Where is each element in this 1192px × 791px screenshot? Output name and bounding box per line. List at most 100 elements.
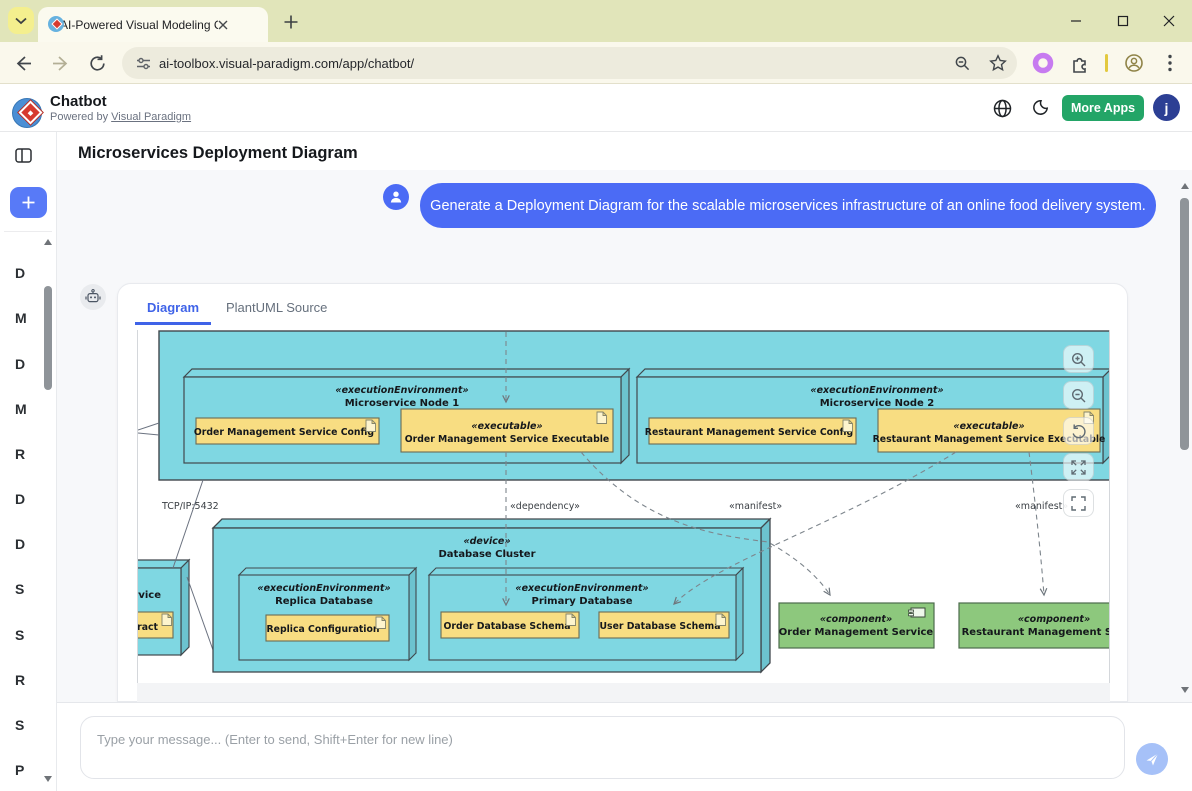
node-microservice-1: «executionEnvironment» Microservice Node… [184,369,629,463]
sidebar-item-1[interactable]: D [15,265,41,285]
edge-left-links [138,423,159,435]
artifact-replica-config: Replica Configuration [266,624,379,635]
sidebar-scrollbar-thumb[interactable] [44,286,52,390]
artifact-oms-config: Order Management Service Config [194,427,374,438]
sidebar-toggle-icon[interactable] [15,147,32,164]
chat-scrollbar-thumb[interactable] [1180,198,1189,450]
maximize-icon [1117,15,1129,27]
primary-stereotype: «executionEnvironment» [515,583,648,594]
visual-paradigm-link[interactable]: Visual Paradigm [111,111,191,123]
window-minimize-button[interactable] [1059,8,1093,34]
replica-name: Replica Database [275,596,373,607]
browser-tab[interactable]: AI-Powered Visual Modeling Ch [38,7,268,42]
node1-name: Microservice Node 1 [345,398,460,409]
app-header [0,84,1192,132]
window-close-button[interactable] [1152,8,1186,34]
edge-label-manifest-2: «manifest» [1015,501,1068,512]
zoom-in-button[interactable] [1063,345,1094,373]
sidebar-scroll-up-icon[interactable] [44,239,52,245]
back-button[interactable] [10,50,36,76]
profile-icon[interactable] [1123,52,1145,74]
window-maximize-button[interactable] [1106,8,1140,34]
artifact-rms-exec-stereotype: «executable» [953,421,1024,432]
chevron-down-icon [15,17,27,25]
url-text[interactable]: ai-toolbox.visual-paradigm.com/app/chatb… [159,56,954,71]
edge-label-tcp: TCP/IP:5432 [161,501,219,512]
component2-stereotype: «component» [1018,614,1090,625]
browser-menu-kebab-icon[interactable] [1162,53,1178,73]
sidebar-item-6[interactable]: D [15,491,41,511]
close-icon [1163,15,1175,27]
edge-node-cluster-link [187,577,213,650]
new-chat-button[interactable] [10,187,47,218]
site-settings-icon[interactable] [136,56,151,71]
robot-icon [85,289,101,305]
sidebar-scroll-down-icon[interactable] [44,776,52,782]
expand-button[interactable] [1063,453,1094,481]
node1-stereotype: «executionEnvironment» [335,385,468,396]
reload-button[interactable] [84,50,110,76]
language-globe-icon[interactable] [993,99,1012,118]
tab-plantuml-source[interactable]: PlantUML Source [226,300,327,315]
zoom-out-icon [1070,387,1087,404]
zoom-in-icon [1070,351,1087,368]
extension-ring-icon[interactable] [1032,52,1054,74]
diagram-viewport[interactable]: rvice ntract «executionEnvironment» Micr… [137,330,1110,683]
zoom-out-page-icon[interactable] [954,55,971,72]
sidebar-item-9[interactable]: S [15,627,41,647]
component1-name: Order Management Service [779,627,934,638]
deployment-diagram: rvice ntract «executionEnvironment» Micr… [138,330,1110,683]
address-bar[interactable]: ai-toolbox.visual-paradigm.com/app/chatb… [122,47,1017,79]
sidebar-item-8[interactable]: S [15,581,41,601]
sidebar-item-2[interactable]: M [15,310,41,330]
reset-view-button[interactable] [1063,417,1094,445]
sidebar-item-10[interactable]: R [15,672,41,692]
user-message-avatar [383,184,409,210]
plus-icon [284,15,298,29]
forward-button[interactable] [48,50,74,76]
replica-stereotype: «executionEnvironment» [257,583,390,594]
edge-tcp-link [173,480,203,568]
tab-diagram-underline [135,322,211,325]
user-avatar[interactable]: j [1153,94,1180,121]
sidebar-item-11[interactable]: S [15,717,41,737]
clipped-node-label: rvice [138,590,161,601]
component1-stereotype: «component» [820,614,892,625]
dark-mode-moon-icon[interactable] [1031,99,1049,117]
node2-stereotype: «executionEnvironment» [810,385,943,396]
edge-label-manifest-1: «manifest» [729,501,782,512]
sidebar-item-12[interactable]: P [15,762,41,782]
artifact-order-schema: Order Database Schema [443,621,570,632]
tab-search-chevron-button[interactable] [8,7,34,34]
primary-name: Primary Database [531,596,632,607]
new-tab-button[interactable] [280,11,302,33]
sidebar-item-4[interactable]: M [15,401,41,421]
tab-diagram[interactable]: Diagram [135,300,211,322]
zoom-out-button[interactable] [1063,381,1094,409]
minimize-icon [1070,15,1082,27]
device-stereotype: «device» [463,536,510,547]
node-microservice-2: «executionEnvironment» Microservice Node… [637,369,1110,463]
component2-name: Restaurant Management Service [962,627,1110,638]
tab-title: AI-Powered Visual Modeling Ch [60,18,218,32]
tab-close-icon[interactable] [218,20,228,30]
send-plane-icon [1144,751,1160,767]
sidebar-item-7[interactable]: D [15,536,41,556]
chat-scroll-up-icon[interactable] [1181,183,1189,189]
send-button[interactable] [1136,743,1168,775]
diagram-viewer-footer [137,683,1110,702]
extensions-puzzle-icon[interactable] [1069,52,1091,74]
node-database-cluster: «device» Database Cluster «executionEnvi… [213,519,770,672]
bookmark-star-icon[interactable] [989,54,1007,72]
more-apps-button[interactable]: More Apps [1062,95,1144,121]
sidebar-item-3[interactable]: D [15,356,41,376]
artifact-user-schema: User Database Schema [599,621,720,632]
chat-scroll-down-icon[interactable] [1181,687,1189,693]
sidebar-item-5[interactable]: R [15,446,41,466]
fit-screen-button[interactable] [1063,489,1094,517]
user-message-bubble: Generate a Deployment Diagram for the sc… [420,183,1156,228]
node2-name: Microservice Node 2 [820,398,935,409]
theme-accent-divider [1105,54,1108,72]
fit-screen-icon [1070,495,1087,512]
message-input[interactable] [80,716,1125,779]
